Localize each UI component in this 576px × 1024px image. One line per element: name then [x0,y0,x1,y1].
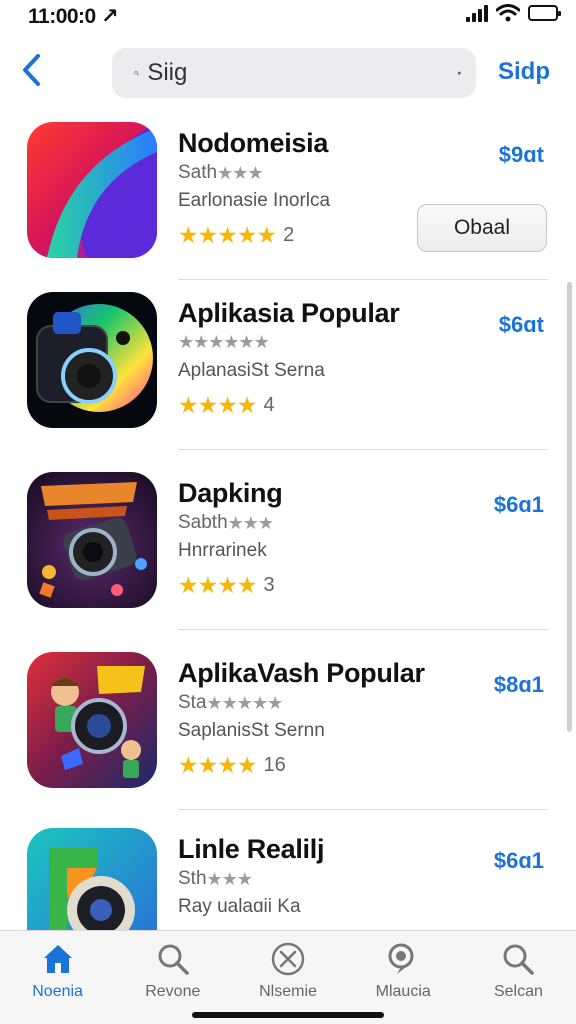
price-button[interactable]: $9ɑt [499,142,544,168]
subtitle-stars: ★★★ [217,162,263,183]
rating-stars: ★★★★★ [178,222,277,248]
subtitle-stars: ★★★★★ [206,692,284,713]
app-rating: ★★★★ 4 [178,392,275,419]
app-rating: ★★★★ 3 [178,572,275,599]
search-icon [503,944,535,975]
app-name: Linle Realilj [178,834,325,864]
app-category: Earlonasie Inorlca [178,190,331,211]
rating-stars: ★★★★ [178,392,257,418]
status-bar: 11:00:0 ↗ [0,0,576,34]
price-button[interactable]: $6ɑ1 [494,848,544,874]
tab-label: Nlsemie [259,983,317,1000]
cellular-signal-icon [466,4,488,22]
scrollbar[interactable] [567,282,572,732]
home-indicator[interactable] [192,1012,384,1018]
tab-revone[interactable]: Revone [115,931,230,1024]
price-button[interactable]: $6ɑ1 [494,492,544,518]
app-name: AplikaVash Popular [178,658,425,688]
tab-label: Selcan [493,983,543,1000]
tab-label: Noenia [32,983,83,1000]
app-subtitle: Sth ★★★ [178,868,253,890]
mic-icon[interactable] [457,59,462,87]
app-rating: ★★★★ 16 [178,752,286,779]
app-name: Nodomeisia [178,128,329,158]
tab-label: Revone [145,983,201,1000]
back-button[interactable] [16,50,46,90]
app-rating: ★★★★★ 2 [178,222,294,249]
app-subtitle: ★★★★★★ [178,332,270,353]
app-category: Hnrrarinek [178,540,267,561]
battery-icon [528,5,561,21]
rating-stars: ★★★★ [178,572,257,598]
header-action-button[interactable]: Sidp [498,58,550,86]
rating-count: 3 [263,574,275,596]
app-icon [27,652,157,788]
close-circle-icon [271,942,305,976]
tab-home[interactable]: Noenia [0,931,115,1024]
search-icon [134,70,139,76]
app-subtitle-text: Sta [178,692,207,713]
wifi-icon [496,4,520,22]
home-icon [43,945,72,973]
rating-count: 2 [283,224,295,246]
app-name: Dapking [178,478,283,508]
divider [178,809,548,810]
price-button[interactable]: $6ɑt [499,312,544,338]
app-category: AplanasiSt Serna [178,360,325,381]
app-subtitle-text: Sth [178,868,207,889]
app-category: Ray ualaɑii Ka [178,896,301,917]
subtitle-stars: ★★★ [227,512,274,533]
app-icon [27,292,157,428]
status-icons [466,4,561,22]
tab-mlaucia[interactable]: Mlaucia [346,931,461,1024]
search-input[interactable] [147,59,458,87]
divider [178,449,548,450]
list-item[interactable]: AplikaVash Popular Sta ★★★★★ SaplanisSt S… [0,640,576,810]
rating-count: 4 [263,394,275,416]
app-subtitle: Sta ★★★★★ [178,692,284,714]
list-item[interactable]: Nodomeisia Sath ★★★ Earlonasie Inorlca ★★… [0,110,576,280]
chevron-left-icon [23,54,40,86]
tab-bar: Noenia Revone Nlsemie Mlaucia Selcan [0,930,576,1024]
search-icon [158,944,189,975]
search-bar[interactable] [112,48,476,98]
status-time: 11:00:0 ↗ [28,5,119,28]
app-subtitle: Sabth ★★★ [178,512,274,534]
price-button[interactable]: $8ɑ1 [494,672,544,698]
subtitle-stars: ★★★★★★ [178,332,270,352]
subtitle-stars: ★★★ [206,868,253,889]
app-category: SaplanisSt Sernn [178,720,325,741]
app-subtitle: Sath ★★★ [178,162,264,184]
app-name: Aplikasia Popular [178,298,400,328]
list-item[interactable]: Dapking Sabth ★★★ Hnrrarinek ★★★★ 3 $6ɑ1 [0,460,576,630]
divider [178,629,548,630]
tab-nlsemie[interactable]: Nlsemie [230,931,345,1024]
app-icon [27,472,157,608]
rating-count: 16 [263,754,286,776]
app-subtitle-text: Sabth [178,512,228,533]
app-icon [27,122,157,258]
list-item[interactable]: Aplikasia Popular ★★★★★★ AplanasiSt Sern… [0,280,576,450]
rating-stars: ★★★★ [178,752,257,778]
get-button[interactable]: Obaal [417,204,547,252]
tab-label: Mlaucia [375,983,431,1000]
tab-selcan[interactable]: Selcan [461,931,576,1024]
app-subtitle-text: Sath [178,162,218,183]
search-bubble-icon [388,943,414,974]
